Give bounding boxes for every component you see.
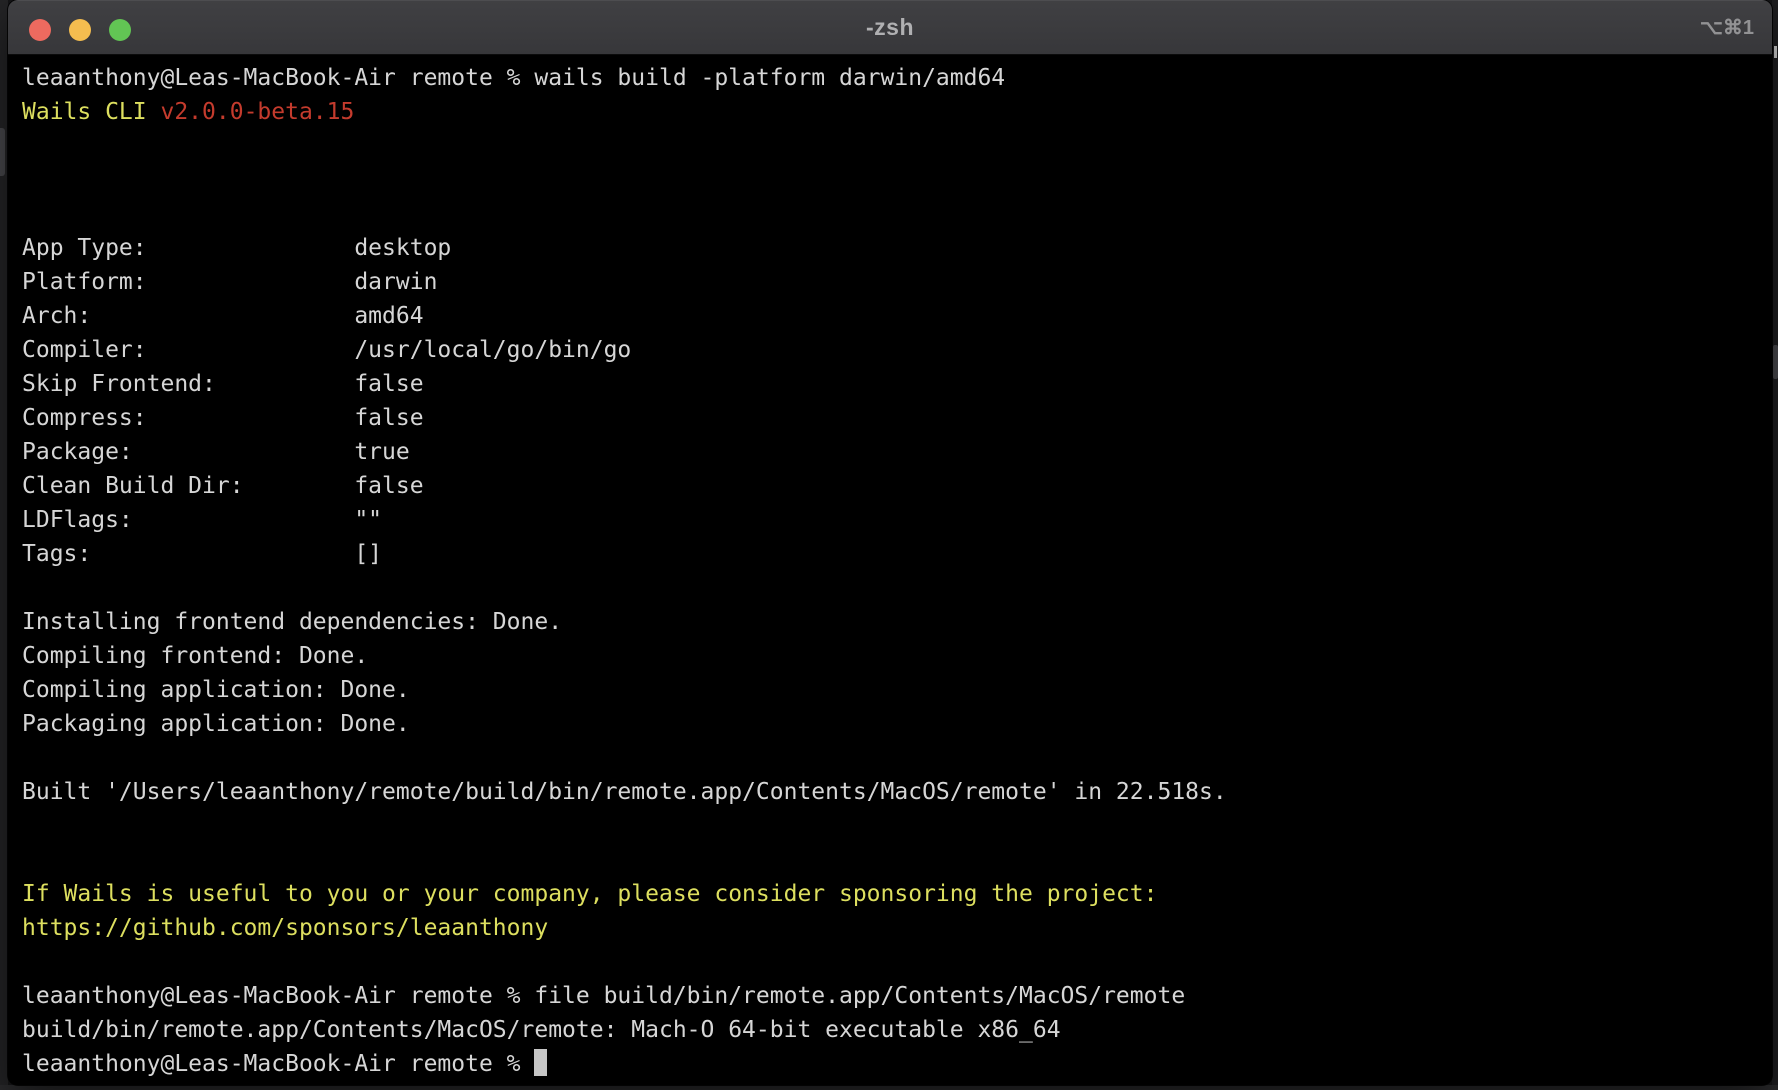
window-titlebar[interactable]: -zsh ⌥⌘1 bbox=[8, 0, 1772, 55]
desktop: -zsh ⌥⌘1 leaanthony@Leas-MacBook-Air rem… bbox=[0, 0, 1778, 1090]
terminal-line: leaanthony@Leas-MacBook-Air remote % wai… bbox=[22, 61, 1764, 95]
terminal-line bbox=[22, 197, 1764, 231]
terminal-text: Skip Frontend: false bbox=[22, 371, 424, 397]
terminal-text: If Wails is useful to you or your compan… bbox=[22, 881, 1157, 907]
terminal-line: If Wails is useful to you or your compan… bbox=[22, 877, 1764, 911]
terminal-screen[interactable]: leaanthony@Leas-MacBook-Air remote % wai… bbox=[8, 55, 1772, 1081]
background-window-text-fragment bbox=[1774, 46, 1777, 58]
terminal-text: LDFlags: "" bbox=[22, 507, 382, 533]
terminal-text: Package: true bbox=[22, 439, 410, 465]
terminal-text: Built '/Users/leaanthony/remote/build/bi… bbox=[22, 779, 1227, 805]
terminal-line: build/bin/remote.app/Contents/MacOS/remo… bbox=[22, 1013, 1764, 1047]
terminal-text: leaanthony@Leas-MacBook-Air remote % fil… bbox=[22, 983, 1185, 1009]
terminal-config-line: Platform: darwin bbox=[22, 265, 1764, 299]
terminal-line bbox=[22, 163, 1764, 197]
terminal-line: Compiling frontend: Done. bbox=[22, 639, 1764, 673]
terminal-line bbox=[22, 945, 1764, 979]
terminal-text: Compress: false bbox=[22, 405, 424, 431]
terminal-config-line: Arch: amd64 bbox=[22, 299, 1764, 333]
terminal-text: build/bin/remote.app/Contents/MacOS/remo… bbox=[22, 1017, 1061, 1043]
terminal-text: Packaging application: Done. bbox=[22, 711, 410, 737]
terminal-config-line: App Type: desktop bbox=[22, 231, 1764, 265]
window-title: -zsh bbox=[8, 0, 1772, 55]
terminal-cursor bbox=[534, 1049, 547, 1076]
terminal-text: Compiling frontend: Done. bbox=[22, 643, 368, 669]
background-window-left-highlight bbox=[0, 128, 5, 176]
terminal-config-line: LDFlags: "" bbox=[22, 503, 1764, 537]
terminal-line: Compiling application: Done. bbox=[22, 673, 1764, 707]
terminal-config-line: Package: true bbox=[22, 435, 1764, 469]
terminal-config-line: Clean Build Dir: false bbox=[22, 469, 1764, 503]
terminal-line: https://github.com/sponsors/leaanthony bbox=[22, 911, 1764, 945]
terminal-config-line: Compress: false bbox=[22, 401, 1764, 435]
terminal-text: Platform: darwin bbox=[22, 269, 437, 295]
terminal-line: leaanthony@Leas-MacBook-Air remote % bbox=[22, 1047, 1764, 1081]
terminal-line: Packaging application: Done. bbox=[22, 707, 1764, 741]
terminal-text: leaanthony@Leas-MacBook-Air remote % bbox=[22, 1051, 534, 1077]
terminal-line bbox=[22, 843, 1764, 877]
terminal-line: Installing frontend dependencies: Done. bbox=[22, 605, 1764, 639]
terminal-text: Clean Build Dir: false bbox=[22, 473, 424, 499]
sponsor-url[interactable]: https://github.com/sponsors/leaanthony bbox=[22, 915, 548, 941]
terminal-text: Compiling application: Done. bbox=[22, 677, 410, 703]
terminal-text: v2.0.0-beta.15 bbox=[160, 99, 354, 125]
background-window-right-edge[interactable] bbox=[1772, 0, 1778, 1085]
terminal-window: -zsh ⌥⌘1 leaanthony@Leas-MacBook-Air rem… bbox=[8, 0, 1772, 1085]
terminal-line bbox=[22, 809, 1764, 843]
background-window-left-edge[interactable] bbox=[0, 0, 8, 1085]
terminal-line: Wails CLI v2.0.0-beta.15 bbox=[22, 95, 1764, 129]
terminal-config-line: Tags: [] bbox=[22, 537, 1764, 571]
background-window-bottom-edge bbox=[0, 1085, 1778, 1090]
terminal-line bbox=[22, 741, 1764, 775]
terminal-text: Tags: [] bbox=[22, 541, 382, 567]
window-tab-shortcut: ⌥⌘1 bbox=[1700, 0, 1754, 55]
terminal-config-line: Compiler: /usr/local/go/bin/go bbox=[22, 333, 1764, 367]
terminal-text: Wails CLI bbox=[22, 99, 160, 125]
terminal-line: Built '/Users/leaanthony/remote/build/bi… bbox=[22, 775, 1764, 809]
terminal-config-line: Skip Frontend: false bbox=[22, 367, 1764, 401]
terminal-line: leaanthony@Leas-MacBook-Air remote % fil… bbox=[22, 979, 1764, 1013]
terminal-text: leaanthony@Leas-MacBook-Air remote % wai… bbox=[22, 65, 1005, 91]
terminal-text: Arch: amd64 bbox=[22, 303, 424, 329]
terminal-text: Compiler: /usr/local/go/bin/go bbox=[22, 337, 631, 363]
background-window-scrollbar bbox=[1773, 345, 1778, 379]
terminal-text: App Type: desktop bbox=[22, 235, 451, 261]
terminal-text: Installing frontend dependencies: Done. bbox=[22, 609, 562, 635]
terminal-line bbox=[22, 129, 1764, 163]
terminal-line bbox=[22, 571, 1764, 605]
